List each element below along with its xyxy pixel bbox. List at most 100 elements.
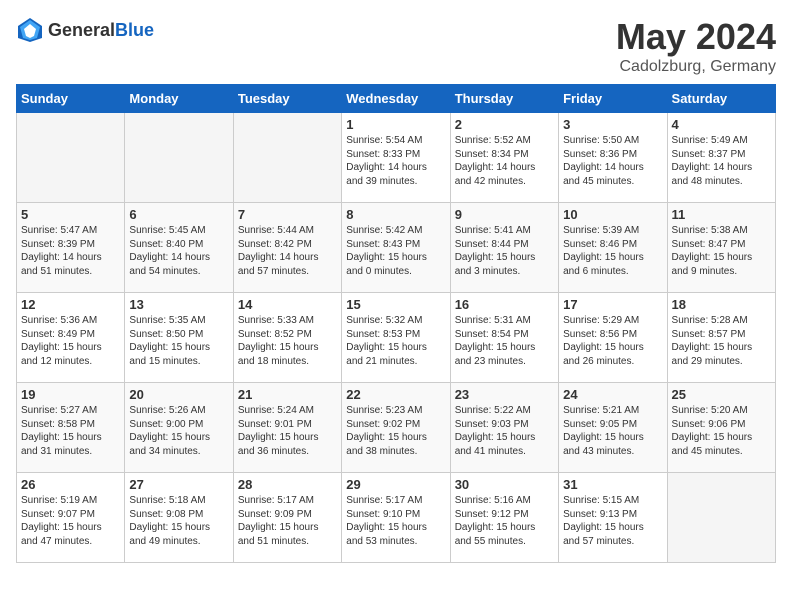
day-number: 15 — [346, 297, 445, 312]
day-number: 11 — [672, 207, 771, 222]
table-row: 20 Sunrise: 5:26 AM Sunset: 9:00 PM Dayli… — [125, 383, 233, 473]
day-number: 6 — [129, 207, 228, 222]
day-number: 13 — [129, 297, 228, 312]
day-number: 12 — [21, 297, 120, 312]
logo-text: GeneralBlue — [48, 20, 154, 41]
day-content: Sunrise: 5:21 AM Sunset: 9:05 PM Dayligh… — [563, 404, 662, 458]
table-row — [667, 473, 775, 563]
table-row: 13 Sunrise: 5:35 AM Sunset: 8:50 PM Dayli… — [125, 293, 233, 383]
table-row: 29Sunrise: 5:17 AM Sunset: 9:10 PM Dayli… — [342, 473, 450, 563]
day-content: Sunrise: 5:16 AM Sunset: 9:12 PM Dayligh… — [455, 494, 554, 548]
table-row: 21Sunrise: 5:24 AM Sunset: 9:01 PM Dayli… — [233, 383, 341, 473]
day-content: Sunrise: 5:39 AM Sunset: 8:46 PM Dayligh… — [563, 224, 662, 278]
day-number: 27 — [129, 477, 228, 492]
day-content: Sunrise: 5:49 AM Sunset: 8:37 PM Dayligh… — [672, 134, 771, 188]
day-content: Sunrise: 5:17 AM Sunset: 9:09 PM Dayligh… — [238, 494, 337, 548]
table-row: 25Sunrise: 5:20 AM Sunset: 9:06 PM Dayli… — [667, 383, 775, 473]
logo-icon — [16, 16, 44, 44]
day-number: 26 — [21, 477, 120, 492]
day-content: Sunrise: 5:52 AM Sunset: 8:34 PM Dayligh… — [455, 134, 554, 188]
table-row — [17, 113, 125, 203]
header-saturday: Saturday — [667, 85, 775, 113]
day-content: Sunrise: 5:28 AM Sunset: 8:57 PM Dayligh… — [672, 314, 771, 368]
day-number: 24 — [563, 387, 662, 402]
day-content: Sunrise: 5:36 AM Sunset: 8:49 PM Dayligh… — [21, 314, 120, 368]
table-row: 6Sunrise: 5:45 AM Sunset: 8:40 PM Daylig… — [125, 203, 233, 293]
table-row: 1Sunrise: 5:54 AM Sunset: 8:33 PM Daylig… — [342, 113, 450, 203]
day-content: Sunrise: 5:26 AM Sunset: 9:00 PM Dayligh… — [129, 404, 228, 458]
table-row: 27 Sunrise: 5:18 AM Sunset: 9:08 PM Dayli… — [125, 473, 233, 563]
table-row: 15 Sunrise: 5:32 AM Sunset: 8:53 PM Dayli… — [342, 293, 450, 383]
header-tuesday: Tuesday — [233, 85, 341, 113]
day-number: 8 — [346, 207, 445, 222]
title-area: May 2024 Cadolzburg, Germany — [616, 16, 776, 76]
table-row: 5 Sunrise: 5:47 AM Sunset: 8:39 PM Daylig… — [17, 203, 125, 293]
table-row: 19 Sunrise: 5:27 AM Sunset: 8:58 PM Dayli… — [17, 383, 125, 473]
calendar-table: Sunday Monday Tuesday Wednesday Thursday… — [16, 84, 776, 563]
day-number: 19 — [21, 387, 120, 402]
day-number: 4 — [672, 117, 771, 132]
header-friday: Friday — [559, 85, 667, 113]
logo-blue: Blue — [115, 20, 154, 40]
table-row: 31Sunrise: 5:15 AM Sunset: 9:13 PM Dayli… — [559, 473, 667, 563]
calendar-header-row: Sunday Monday Tuesday Wednesday Thursday… — [17, 85, 776, 113]
table-row: 16 Sunrise: 5:31 AM Sunset: 8:54 PM Dayli… — [450, 293, 558, 383]
day-content: Sunrise: 5:33 AM Sunset: 8:52 PM Dayligh… — [238, 314, 337, 368]
month-title: May 2024 — [616, 16, 776, 58]
location-title: Cadolzburg, Germany — [616, 58, 776, 76]
table-row — [233, 113, 341, 203]
header-wednesday: Wednesday — [342, 85, 450, 113]
table-row: 2 Sunrise: 5:52 AM Sunset: 8:34 PM Daylig… — [450, 113, 558, 203]
table-row: 17 Sunrise: 5:29 AM Sunset: 8:56 PM Dayli… — [559, 293, 667, 383]
day-content: Sunrise: 5:41 AM Sunset: 8:44 PM Dayligh… — [455, 224, 554, 278]
day-number: 10 — [563, 207, 662, 222]
day-content: Sunrise: 5:31 AM Sunset: 8:54 PM Dayligh… — [455, 314, 554, 368]
day-number: 5 — [21, 207, 120, 222]
logo: GeneralBlue — [16, 16, 154, 44]
day-content: Sunrise: 5:18 AM Sunset: 9:08 PM Dayligh… — [129, 494, 228, 548]
day-number: 28 — [238, 477, 337, 492]
table-row: 28 Sunrise: 5:17 AM Sunset: 9:09 PM Dayli… — [233, 473, 341, 563]
day-number: 2 — [455, 117, 554, 132]
day-number: 3 — [563, 117, 662, 132]
header-monday: Monday — [125, 85, 233, 113]
day-content: Sunrise: 5:42 AM Sunset: 8:43 PM Dayligh… — [346, 224, 445, 278]
day-number: 29 — [346, 477, 445, 492]
logo-general: General — [48, 20, 115, 40]
table-row: 22 Sunrise: 5:23 AM Sunset: 9:02 PM Dayli… — [342, 383, 450, 473]
day-content: Sunrise: 5:23 AM Sunset: 9:02 PM Dayligh… — [346, 404, 445, 458]
day-content: Sunrise: 5:44 AM Sunset: 8:42 PM Dayligh… — [238, 224, 337, 278]
table-row: 11 Sunrise: 5:38 AM Sunset: 8:47 PM Dayli… — [667, 203, 775, 293]
calendar-body: 1Sunrise: 5:54 AM Sunset: 8:33 PM Daylig… — [17, 113, 776, 563]
table-row: 18 Sunrise: 5:28 AM Sunset: 8:57 PM Dayli… — [667, 293, 775, 383]
day-number: 22 — [346, 387, 445, 402]
day-content: Sunrise: 5:50 AM Sunset: 8:36 PM Dayligh… — [563, 134, 662, 188]
day-number: 18 — [672, 297, 771, 312]
day-number: 17 — [563, 297, 662, 312]
day-number: 1 — [346, 117, 445, 132]
day-content: Sunrise: 5:27 AM Sunset: 8:58 PM Dayligh… — [21, 404, 120, 458]
day-number: 30 — [455, 477, 554, 492]
header-sunday: Sunday — [17, 85, 125, 113]
day-content: Sunrise: 5:29 AM Sunset: 8:56 PM Dayligh… — [563, 314, 662, 368]
day-content: Sunrise: 5:20 AM Sunset: 9:06 PM Dayligh… — [672, 404, 771, 458]
day-number: 23 — [455, 387, 554, 402]
day-number: 20 — [129, 387, 228, 402]
table-row: 30 Sunrise: 5:16 AM Sunset: 9:12 PM Dayli… — [450, 473, 558, 563]
day-content: Sunrise: 5:32 AM Sunset: 8:53 PM Dayligh… — [346, 314, 445, 368]
table-row: 8 Sunrise: 5:42 AM Sunset: 8:43 PM Daylig… — [342, 203, 450, 293]
day-number: 7 — [238, 207, 337, 222]
day-content: Sunrise: 5:35 AM Sunset: 8:50 PM Dayligh… — [129, 314, 228, 368]
table-row — [125, 113, 233, 203]
day-number: 16 — [455, 297, 554, 312]
day-content: Sunrise: 5:24 AM Sunset: 9:01 PM Dayligh… — [238, 404, 337, 458]
day-content: Sunrise: 5:22 AM Sunset: 9:03 PM Dayligh… — [455, 404, 554, 458]
day-content: Sunrise: 5:38 AM Sunset: 8:47 PM Dayligh… — [672, 224, 771, 278]
table-row: 12 Sunrise: 5:36 AM Sunset: 8:49 PM Dayli… — [17, 293, 125, 383]
day-content: Sunrise: 5:47 AM Sunset: 8:39 PM Dayligh… — [21, 224, 120, 278]
table-row: 24 Sunrise: 5:21 AM Sunset: 9:05 PM Dayli… — [559, 383, 667, 473]
table-row: 9Sunrise: 5:41 AM Sunset: 8:44 PM Daylig… — [450, 203, 558, 293]
table-row: 10 Sunrise: 5:39 AM Sunset: 8:46 PM Dayli… — [559, 203, 667, 293]
table-row: 7 Sunrise: 5:44 AM Sunset: 8:42 PM Daylig… — [233, 203, 341, 293]
table-row: 4 Sunrise: 5:49 AM Sunset: 8:37 PM Daylig… — [667, 113, 775, 203]
